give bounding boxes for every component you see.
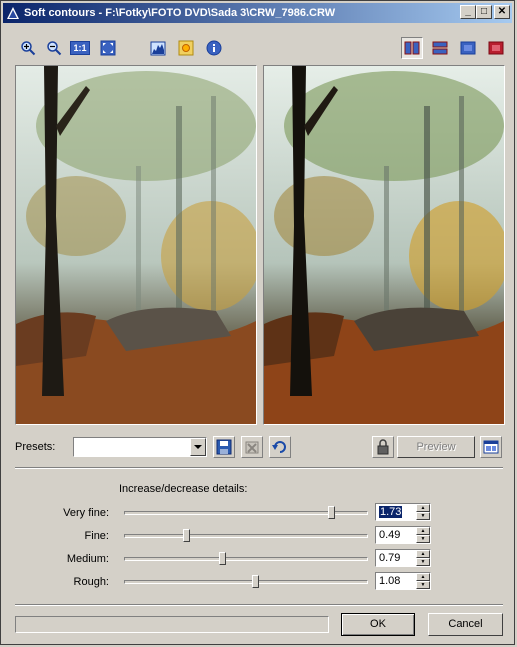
value-spinbox[interactable]: 0.79 ▲ ▼ xyxy=(375,549,431,567)
presets-dropdown[interactable] xyxy=(73,437,207,457)
details-heading: Increase/decrease details: xyxy=(119,483,248,495)
zoom-out-icon xyxy=(47,41,62,56)
split-horizontal-icon xyxy=(432,41,448,55)
value-text[interactable]: 0.79 xyxy=(379,552,400,564)
spin-arrows[interactable]: ▲ ▼ xyxy=(416,550,430,566)
divider-bottom xyxy=(15,604,503,606)
delete-icon xyxy=(245,441,259,454)
spin-up-icon[interactable]: ▲ xyxy=(416,527,430,535)
title-bar[interactable]: Soft contours - F:\Fotky\FOTO DVD\Sada 3… xyxy=(3,3,512,23)
value-spinbox[interactable]: 1.08 ▲ ▼ xyxy=(375,572,431,590)
histogram-icon xyxy=(150,41,166,56)
save-icon xyxy=(216,439,232,455)
close-button[interactable]: ✕ xyxy=(494,5,510,19)
slider-label: Medium: xyxy=(66,553,109,565)
dialog-window: Soft contours - F:\Fotky\FOTO DVD\Sada 3… xyxy=(0,0,515,645)
spin-down-icon[interactable]: ▼ xyxy=(416,558,430,566)
slider-track[interactable] xyxy=(124,580,368,584)
info-button[interactable] xyxy=(203,37,225,59)
window-layout-icon xyxy=(483,440,499,454)
spin-up-icon[interactable]: ▲ xyxy=(416,573,430,581)
reset-button[interactable] xyxy=(269,436,291,458)
value-text[interactable]: 1.08 xyxy=(379,575,400,587)
ok-button[interactable]: OK xyxy=(341,613,415,636)
spin-down-icon[interactable]: ▼ xyxy=(416,535,430,543)
slider-track[interactable] xyxy=(124,534,368,538)
zoom-in-icon xyxy=(21,41,36,56)
spin-up-icon[interactable]: ▲ xyxy=(416,504,430,512)
result-preview[interactable] xyxy=(263,65,505,425)
divider-top xyxy=(15,467,503,469)
delete-preset-button[interactable] xyxy=(241,436,263,458)
forest-photo-result xyxy=(264,66,504,424)
fit-to-window-icon xyxy=(100,40,116,56)
value-text[interactable]: 0.49 xyxy=(379,529,400,541)
progress-bar xyxy=(15,616,329,633)
value-text[interactable]: 1.73 xyxy=(379,506,403,518)
spin-up-icon[interactable]: ▲ xyxy=(416,550,430,558)
dropdown-arrow-button[interactable] xyxy=(190,438,206,456)
slider-thumb[interactable] xyxy=(183,529,190,542)
zoom-in-button[interactable] xyxy=(17,37,39,59)
window-title: Soft contours - F:\Fotky\FOTO DVD\Sada 3… xyxy=(24,7,336,19)
forest-photo-original xyxy=(16,66,256,424)
value-spinbox[interactable]: 0.49 ▲ ▼ xyxy=(375,526,431,544)
actual-size-label: 1:1 xyxy=(70,41,90,55)
single-original-button[interactable] xyxy=(457,37,479,59)
split-horizontal-button[interactable] xyxy=(429,37,451,59)
single-result-button[interactable] xyxy=(485,37,507,59)
cancel-button[interactable]: Cancel xyxy=(428,613,503,636)
preview-button[interactable]: Preview xyxy=(397,436,475,458)
slider-thumb[interactable] xyxy=(328,506,335,519)
spin-arrows[interactable]: ▲ ▼ xyxy=(416,504,430,520)
fit-to-window-button[interactable] xyxy=(97,37,119,59)
spin-arrows[interactable]: ▲ ▼ xyxy=(416,573,430,589)
split-vertical-button[interactable] xyxy=(401,37,423,59)
slider-thumb[interactable] xyxy=(252,575,259,588)
single-original-icon xyxy=(460,41,476,55)
original-preview[interactable] xyxy=(15,65,257,425)
app-icon xyxy=(7,7,19,19)
save-preset-button[interactable] xyxy=(213,436,235,458)
single-result-icon xyxy=(488,41,504,55)
spin-down-icon[interactable]: ▼ xyxy=(416,512,430,520)
histogram-button[interactable] xyxy=(147,37,169,59)
presets-label: Presets: xyxy=(15,441,56,453)
actual-size-button[interactable]: 1:1 xyxy=(69,37,91,59)
undo-icon xyxy=(272,441,286,453)
highlight-button[interactable] xyxy=(175,37,197,59)
zoom-out-button[interactable] xyxy=(43,37,65,59)
spin-down-icon[interactable]: ▼ xyxy=(416,581,430,589)
value-spinbox[interactable]: 1.73 ▲ ▼ xyxy=(375,503,431,521)
split-vertical-icon xyxy=(404,41,420,55)
sun-icon xyxy=(178,40,194,56)
slider-label: Very fine: xyxy=(63,507,109,519)
minimize-button[interactable]: _ xyxy=(460,5,476,19)
maximize-button[interactable]: □ xyxy=(476,5,492,19)
spin-arrows[interactable]: ▲ ▼ xyxy=(416,527,430,543)
layout-toggle-button[interactable] xyxy=(480,436,502,458)
lock-preview-button[interactable] xyxy=(372,436,394,458)
slider-label: Fine: xyxy=(84,530,109,542)
lock-icon xyxy=(377,439,389,455)
slider-track[interactable] xyxy=(124,557,368,561)
info-icon xyxy=(206,40,222,56)
slider-label: Rough: xyxy=(73,576,109,588)
chevron-down-icon xyxy=(194,445,202,449)
slider-thumb[interactable] xyxy=(219,552,226,565)
